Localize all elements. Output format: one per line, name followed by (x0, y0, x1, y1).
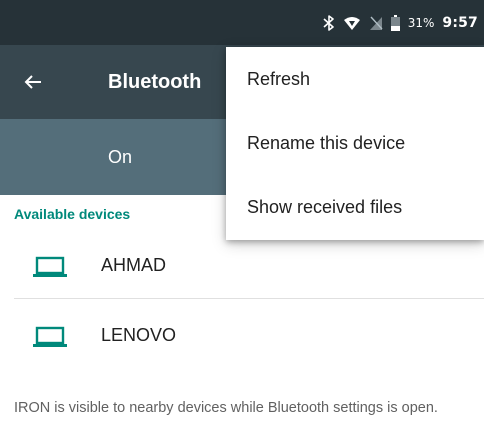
wifi-icon (343, 15, 361, 31)
battery-icon (390, 15, 400, 31)
laptop-icon (33, 256, 67, 278)
battery-percent: 31% (407, 16, 435, 30)
overflow-menu: Refresh Rename this device Show received… (226, 47, 484, 240)
arrow-back-icon (24, 74, 42, 90)
status-time: 9:57 (442, 15, 478, 31)
status-icons: 31% 9:57 (323, 14, 478, 32)
device-item-ahmad[interactable]: AHMAD (0, 230, 484, 300)
status-bar: 31% 9:57 (0, 0, 484, 45)
menu-item-show-received-files[interactable]: Show received files (226, 175, 484, 239)
no-signal-icon (369, 15, 383, 31)
device-name: LENOVO (101, 325, 177, 345)
menu-item-rename-device[interactable]: Rename this device (226, 111, 484, 175)
menu-item-refresh[interactable]: Refresh (226, 47, 484, 111)
switch-label: On (108, 147, 133, 167)
back-button[interactable] (14, 63, 52, 101)
section-header-available-devices: Available devices (14, 206, 131, 222)
device-name: AHMAD (101, 255, 167, 275)
visibility-note: IRON is visible to nearby devices while … (14, 400, 438, 416)
list-divider (14, 298, 484, 299)
device-item-lenovo[interactable]: LENOVO (0, 300, 484, 370)
laptop-icon (33, 326, 67, 348)
bluetooth-icon (323, 15, 335, 31)
page-title: Bluetooth (108, 71, 202, 93)
